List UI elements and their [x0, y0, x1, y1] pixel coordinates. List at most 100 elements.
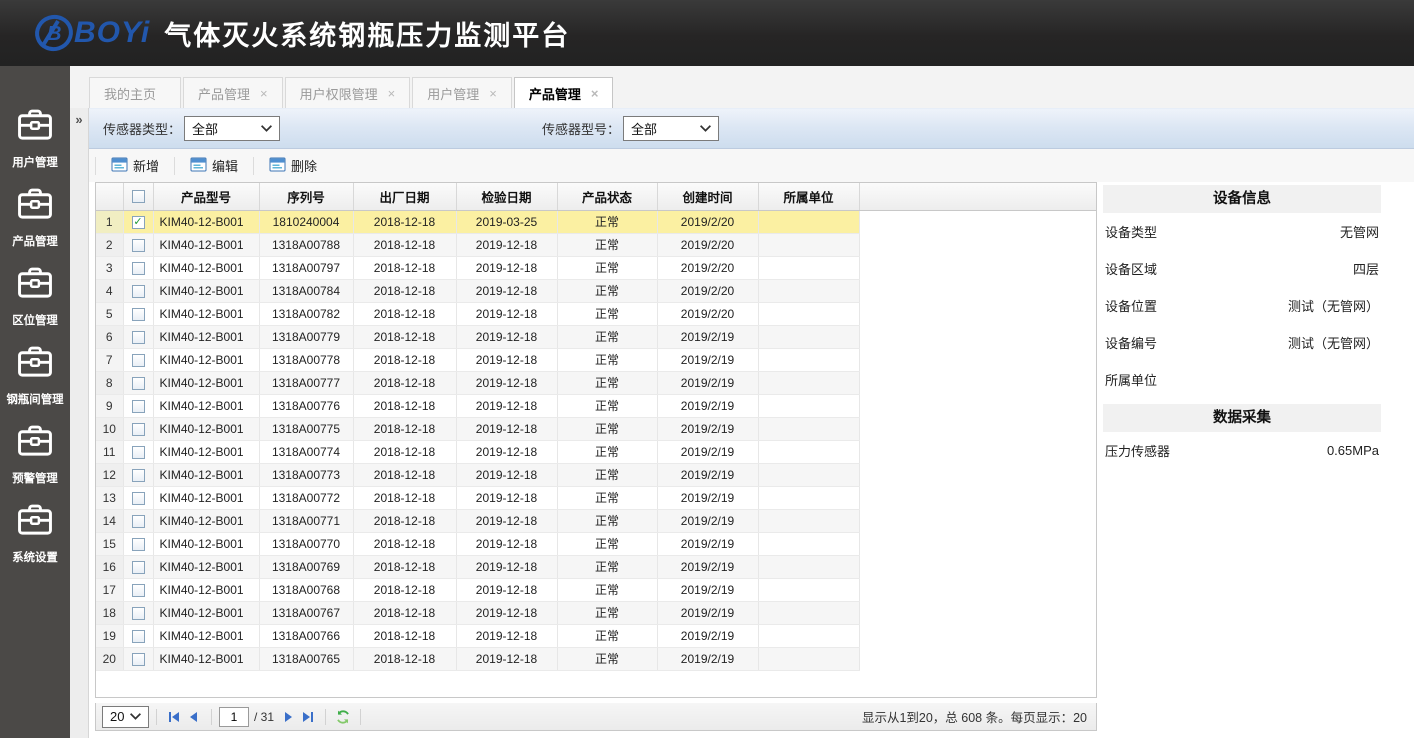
table-row[interactable]: 13KIM40-12-B0011318A007722018-12-182019-… [96, 486, 1096, 509]
sensor-type-select[interactable]: 全部 [184, 116, 280, 141]
row-checkbox[interactable] [132, 423, 145, 436]
page-size-select[interactable]: 20 [102, 706, 149, 728]
expand-panel-chevron-icon[interactable]: » [70, 112, 88, 127]
row-number-cell: 15 [96, 532, 123, 555]
row-checkbox[interactable] [132, 239, 145, 252]
cell-model: KIM40-12-B001 [153, 624, 259, 647]
table-row[interactable]: 18KIM40-12-B0011318A007672018-12-182019-… [96, 601, 1096, 624]
cell-created: 2019/2/19 [657, 325, 758, 348]
row-checkbox[interactable] [132, 469, 145, 482]
row-number-cell: 20 [96, 647, 123, 670]
table-row[interactable]: 5KIM40-12-B0011318A007822018-12-182019-1… [96, 302, 1096, 325]
table-row[interactable]: 14KIM40-12-B0011318A007712018-12-182019-… [96, 509, 1096, 532]
row-checkbox[interactable] [132, 653, 145, 666]
row-checkbox[interactable] [132, 584, 145, 597]
cell-inspect: 2019-12-18 [456, 601, 557, 624]
sidebar-item-product-management[interactable]: 产品管理 [0, 187, 70, 249]
row-filler [859, 463, 1096, 486]
table-row[interactable]: 15KIM40-12-B0011318A007702018-12-182019-… [96, 532, 1096, 555]
refresh-button[interactable] [333, 707, 353, 727]
row-checkbox[interactable] [132, 400, 145, 413]
row-filler [859, 348, 1096, 371]
table-row[interactable]: 12KIM40-12-B0011318A007732018-12-182019-… [96, 463, 1096, 486]
row-checkbox[interactable] [132, 331, 145, 344]
table-row[interactable]: 2KIM40-12-B0011318A007882018-12-182019-1… [96, 233, 1096, 256]
row-checkbox[interactable] [132, 515, 145, 528]
table-row[interactable]: 16KIM40-12-B0011318A007692018-12-182019-… [96, 555, 1096, 578]
detail-field: 设备类型无管网 [1103, 213, 1381, 250]
row-checkbox[interactable] [132, 630, 145, 643]
row-filler [859, 578, 1096, 601]
tab-用户管理[interactable]: 用户管理× [412, 77, 512, 108]
tab-我的主页[interactable]: 我的主页 [89, 77, 181, 108]
first-page-button[interactable] [164, 707, 184, 727]
row-checkbox[interactable]: ✓ [132, 216, 145, 229]
table-row[interactable]: 10KIM40-12-B0011318A007752018-12-182019-… [96, 417, 1096, 440]
row-checkbox[interactable] [132, 285, 145, 298]
cell-factory: 2018-12-18 [353, 532, 456, 555]
table-row[interactable]: 20KIM40-12-B0011318A007652018-12-182019-… [96, 647, 1096, 670]
tab-产品管理-active[interactable]: 产品管理× [514, 77, 614, 108]
row-checkbox[interactable] [132, 607, 145, 620]
table-row[interactable]: 17KIM40-12-B0011318A007682018-12-182019-… [96, 578, 1096, 601]
sidebar-item-cylinder-room-management[interactable]: 钢瓶间管理 [0, 345, 70, 407]
row-checkbox[interactable] [132, 538, 145, 551]
table-row[interactable]: 8KIM40-12-B0011318A007772018-12-182019-1… [96, 371, 1096, 394]
cell-unit [758, 509, 859, 532]
filter-bar: 传感器类型： 全部 传感器型号： 全部 [89, 108, 1414, 149]
table-row[interactable]: 4KIM40-12-B0011318A007842018-12-182019-1… [96, 279, 1096, 302]
tab-close-icon[interactable]: × [260, 86, 268, 101]
sidebar-item-system-settings[interactable]: 系统设置 [0, 503, 70, 565]
table-row[interactable]: 19KIM40-12-B0011318A007662018-12-182019-… [96, 624, 1096, 647]
row-filler [859, 325, 1096, 348]
add-button[interactable]: 新增 [102, 151, 168, 180]
cell-model: KIM40-12-B001 [153, 509, 259, 532]
cell-model: KIM40-12-B001 [153, 555, 259, 578]
row-checkbox[interactable] [132, 377, 145, 390]
row-number-cell: 17 [96, 578, 123, 601]
table-row[interactable]: 1✓KIM40-12-B00118102400042018-12-182019-… [96, 210, 1096, 233]
cell-model: KIM40-12-B001 [153, 371, 259, 394]
product-grid: 产品型号序列号出厂日期检验日期产品状态创建时间所属单位 1✓KIM40-12-B… [95, 182, 1097, 698]
sidebar-item-location-management[interactable]: 区位管理 [0, 266, 70, 328]
cell-created: 2019/2/19 [657, 647, 758, 670]
cell-inspect: 2019-12-18 [456, 233, 557, 256]
last-page-button[interactable] [298, 707, 318, 727]
row-checkbox[interactable] [132, 262, 145, 275]
row-checkbox[interactable] [132, 561, 145, 574]
tab-close-icon[interactable]: × [388, 86, 396, 101]
divider [211, 709, 212, 725]
row-filler [859, 279, 1096, 302]
sidebar-item-warning-management[interactable]: 预警管理 [0, 424, 70, 486]
row-checkbox[interactable] [132, 354, 145, 367]
sensor-model-select[interactable]: 全部 [623, 116, 719, 141]
delete-button[interactable]: 删除 [260, 151, 326, 180]
prev-page-button[interactable] [184, 707, 204, 727]
chevron-down-icon [260, 124, 273, 133]
cell-serial: 1318A00773 [259, 463, 353, 486]
cell-status: 正常 [557, 440, 657, 463]
checkbox-cell [123, 256, 153, 279]
divider [174, 157, 175, 175]
edit-button[interactable]: 编辑 [181, 151, 247, 180]
tab-close-icon[interactable]: × [591, 86, 599, 101]
table-row[interactable]: 7KIM40-12-B0011318A007782018-12-182019-1… [96, 348, 1096, 371]
tab-用户权限管理[interactable]: 用户权限管理× [285, 77, 411, 108]
tab-close-icon[interactable]: × [489, 86, 497, 101]
page-title: 气体灭火系统钢瓶压力监测平台 [164, 14, 570, 53]
tab-产品管理[interactable]: 产品管理× [183, 77, 283, 108]
cell-serial: 1318A00774 [259, 440, 353, 463]
row-checkbox[interactable] [132, 492, 145, 505]
page-number-input[interactable] [219, 707, 249, 727]
sidebar-item-user-management[interactable]: 用户管理 [0, 108, 70, 170]
select-all-checkbox[interactable] [132, 190, 145, 203]
table-row[interactable]: 3KIM40-12-B0011318A007972018-12-182019-1… [96, 256, 1096, 279]
row-checkbox[interactable] [132, 308, 145, 321]
row-checkbox[interactable] [132, 446, 145, 459]
table-row[interactable]: 9KIM40-12-B0011318A007762018-12-182019-1… [96, 394, 1096, 417]
next-page-button[interactable] [278, 707, 298, 727]
table-row[interactable]: 6KIM40-12-B0011318A007792018-12-182019-1… [96, 325, 1096, 348]
cell-serial: 1318A00788 [259, 233, 353, 256]
table-row[interactable]: 11KIM40-12-B0011318A007742018-12-182019-… [96, 440, 1096, 463]
field-value: 测试（无管网） [1288, 296, 1379, 315]
